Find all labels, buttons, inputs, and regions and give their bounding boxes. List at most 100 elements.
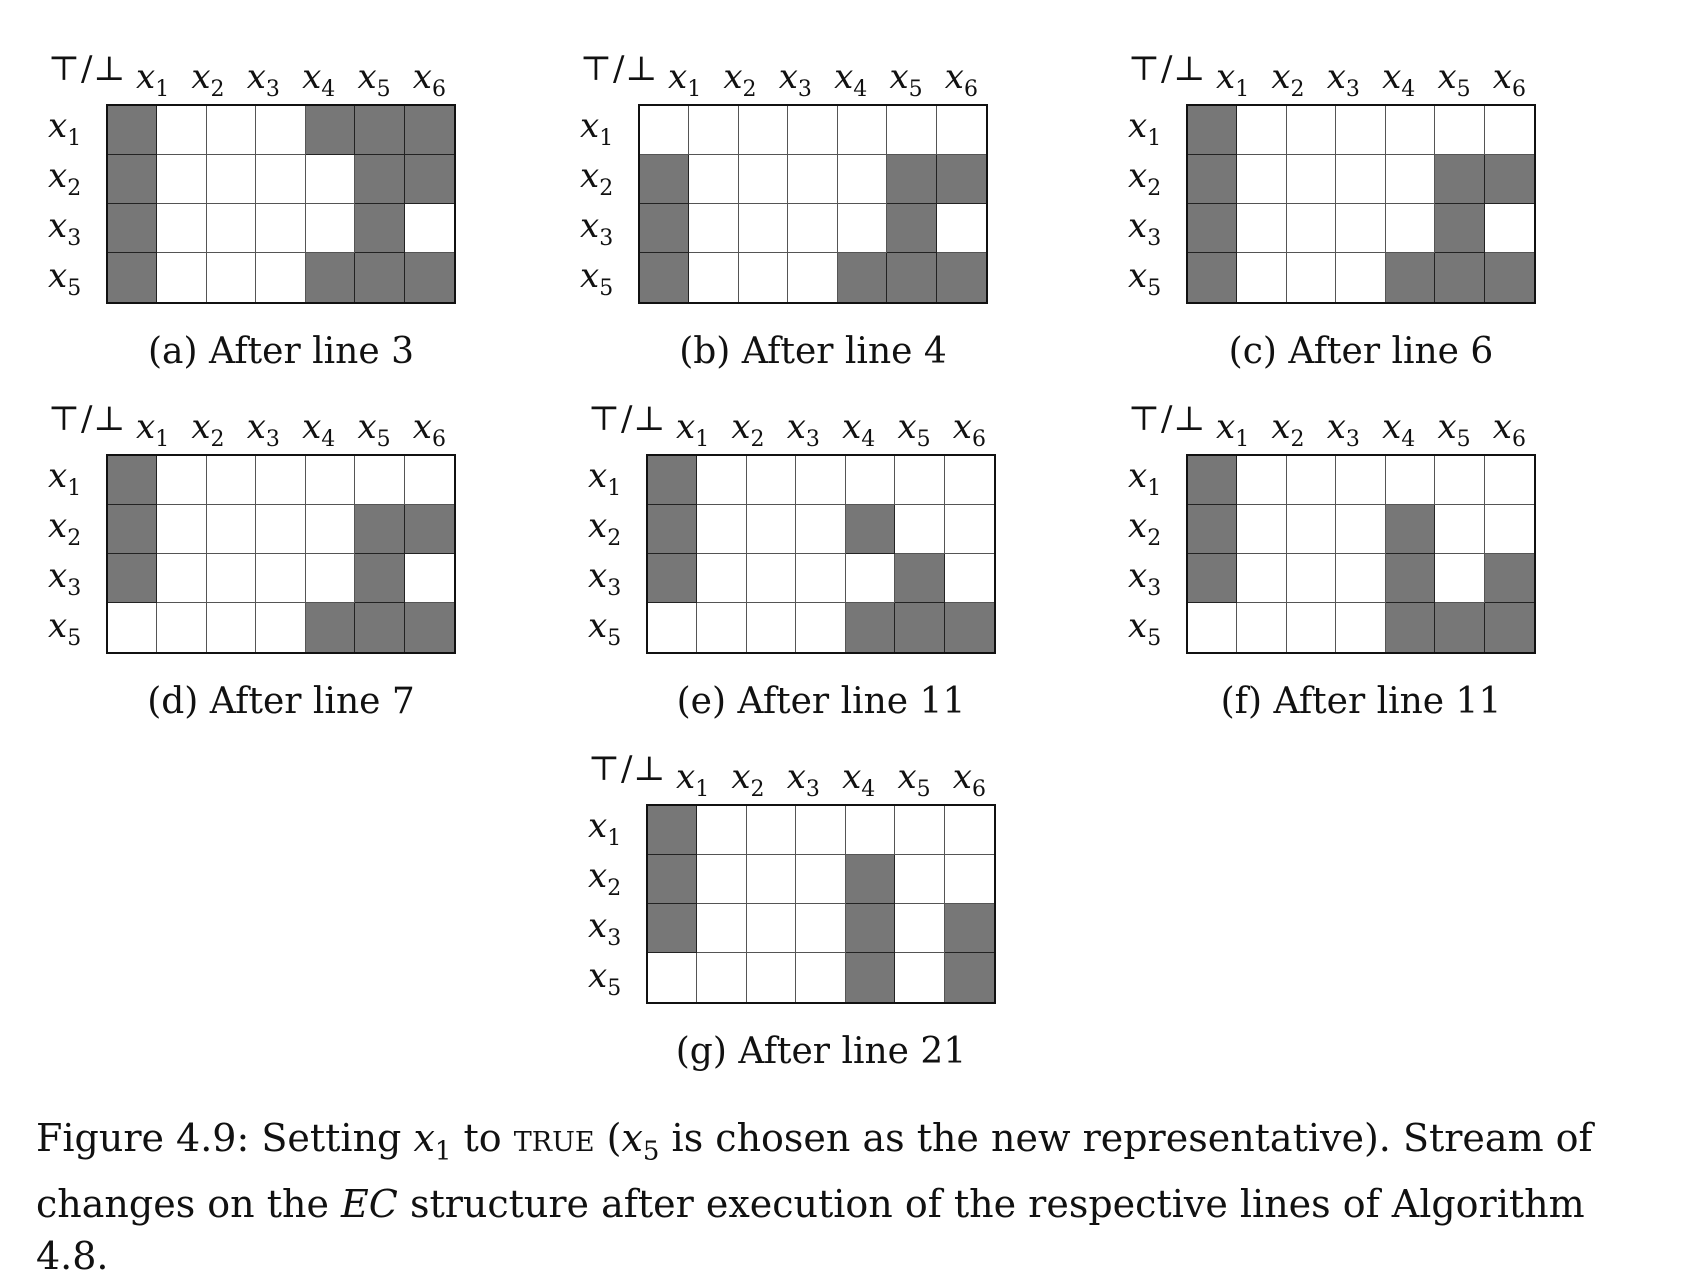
empty-cell (1435, 505, 1485, 554)
empty-cell (1286, 505, 1337, 554)
header-top-bottom: ⊤/⊥ (588, 749, 667, 789)
row-label: x5 (48, 605, 82, 651)
empty-cell (788, 106, 838, 155)
column-header: x1 (1216, 57, 1250, 102)
empty-cell (895, 806, 945, 855)
row-label: x2 (48, 155, 82, 201)
column-header: x3 (778, 57, 812, 102)
column-header: x4 (1382, 57, 1416, 102)
row-label: x1 (48, 455, 82, 501)
panel-a: ⊤/⊥ x1 x2 x3 x4 x5 x6 x1 x2 x3 x5 (a) After line 3 (48, 52, 468, 372)
filled-cell (845, 603, 896, 652)
panel-d: ⊤/⊥ x1 x2 x3 x4 x5 x6 x1 x2 x3 x5 (d) After line 7 (48, 402, 468, 722)
empty-cell (697, 806, 747, 855)
row-label: x1 (48, 105, 82, 151)
empty-cell (837, 155, 888, 204)
empty-cell (1237, 554, 1287, 603)
column-header: x4 (842, 407, 876, 452)
filled-cell (355, 253, 405, 302)
row-label: x5 (580, 255, 614, 301)
row-label: x5 (48, 255, 82, 301)
filled-cell (1188, 505, 1238, 554)
empty-cell (256, 253, 306, 302)
filled-cell (1484, 554, 1534, 603)
panel-caption: (b) After line 4 (679, 331, 947, 372)
empty-cell (796, 554, 846, 603)
column-header: x2 (723, 57, 757, 102)
empty-cell (746, 456, 797, 505)
row-labels: x1 x2 x3 x5 (588, 454, 638, 654)
row-label: x2 (580, 155, 614, 201)
empty-cell (936, 204, 986, 253)
header-top-bottom: ⊤/⊥ (588, 399, 667, 439)
empty-cell (1188, 603, 1238, 652)
empty-cell (738, 155, 789, 204)
empty-cell (206, 204, 257, 253)
column-header: x3 (1326, 407, 1360, 452)
empty-cell (1336, 155, 1386, 204)
panel-caption: (d) After line 7 (147, 681, 415, 722)
filled-cell (355, 554, 405, 603)
panel-e: ⊤/⊥ x1 x2 x3 x4 x5 x6 x1 x2 x3 x5 (e) After line 11 (588, 402, 1008, 722)
filled-cell (404, 253, 454, 302)
empty-cell (944, 855, 994, 904)
row-label: x2 (1128, 505, 1162, 551)
empty-cell (1286, 155, 1337, 204)
panel-b: ⊤/⊥ x1 x2 x3 x4 x5 x6 x1 x2 x3 x5 (b) After line 4 (580, 52, 1000, 372)
column-headers: x1 x2 x3 x4 x5 x6 (668, 60, 978, 101)
empty-cell (895, 904, 945, 953)
filled-cell (1435, 155, 1485, 204)
empty-cell (640, 106, 690, 155)
empty-cell (256, 204, 306, 253)
filled-cell (1435, 204, 1485, 253)
empty-cell (697, 904, 747, 953)
filled-cell (887, 204, 937, 253)
empty-cell (796, 953, 846, 1002)
empty-cell (256, 106, 306, 155)
empty-cell (796, 806, 846, 855)
empty-cell (796, 603, 846, 652)
empty-cell (746, 554, 797, 603)
empty-cell (1336, 253, 1386, 302)
row-label: x2 (588, 855, 622, 901)
filled-cell (648, 855, 698, 904)
filled-cell (355, 204, 405, 253)
empty-cell (256, 603, 306, 652)
filled-cell (305, 603, 356, 652)
ec-grid (106, 454, 456, 654)
filled-cell (1188, 554, 1238, 603)
column-header: x3 (1326, 57, 1360, 102)
empty-cell (1484, 456, 1534, 505)
empty-cell (256, 155, 306, 204)
empty-cell (1385, 155, 1436, 204)
filled-cell (1385, 505, 1436, 554)
empty-cell (1435, 106, 1485, 155)
empty-cell (746, 806, 797, 855)
filled-cell (404, 155, 454, 204)
filled-cell (845, 953, 896, 1002)
row-label: x1 (1128, 105, 1162, 151)
filled-cell (648, 806, 698, 855)
empty-cell (305, 204, 356, 253)
column-header: x4 (1382, 407, 1416, 452)
column-headers: x1 x2 x3 x4 x5 x6 (136, 410, 446, 451)
filled-cell (108, 204, 158, 253)
empty-cell (796, 505, 846, 554)
column-header: x2 (1271, 407, 1305, 452)
empty-cell (1237, 253, 1287, 302)
row-label: x3 (1128, 205, 1162, 251)
empty-cell (1336, 505, 1386, 554)
filled-cell (887, 155, 937, 204)
empty-cell (1237, 204, 1287, 253)
column-header: x6 (944, 57, 978, 102)
filled-cell (108, 505, 158, 554)
filled-cell (404, 505, 454, 554)
empty-cell (648, 603, 698, 652)
column-header: x4 (842, 757, 876, 802)
filled-cell (108, 456, 158, 505)
empty-cell (739, 253, 789, 302)
empty-cell (746, 904, 797, 953)
row-label: x1 (580, 105, 614, 151)
column-headers: x1 x2 x3 x4 x5 x6 (676, 410, 986, 451)
panel-caption: (e) After line 11 (676, 681, 966, 722)
